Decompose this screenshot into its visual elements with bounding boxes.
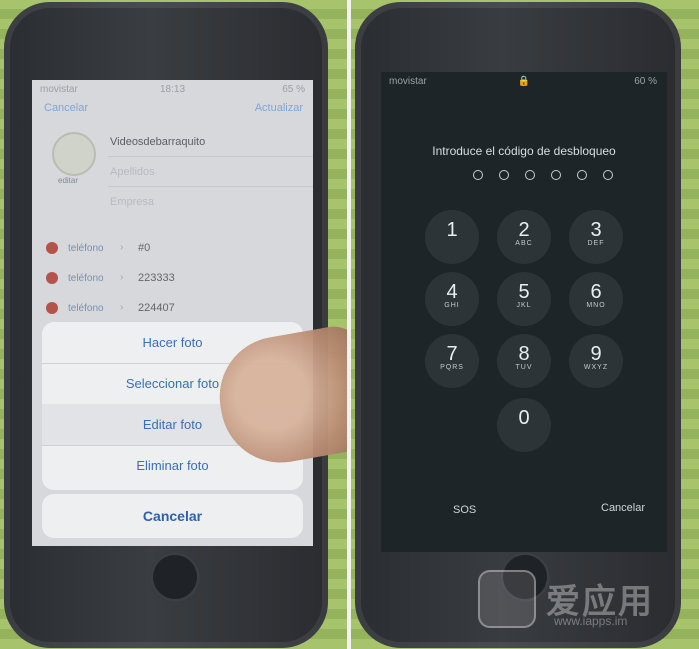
key-letters: GHI — [444, 302, 460, 309]
phone-row[interactable]: teléfono › 223333 — [44, 266, 304, 292]
key-letters: JKL — [516, 302, 532, 309]
phone-row[interactable]: teléfono › #0 — [44, 236, 304, 262]
nav-bar: Cancelar Actualizar — [32, 100, 313, 124]
phone-number[interactable]: 223333 — [138, 272, 175, 284]
divider — [108, 186, 313, 187]
chevron-right-icon: › — [120, 272, 124, 283]
lock-screen: movistar 🔒 60 % Introduce el código de d… — [381, 72, 667, 552]
phone-label[interactable]: teléfono — [68, 303, 104, 314]
phone-number[interactable]: 224407 — [138, 302, 175, 314]
passcode-dot — [603, 170, 613, 180]
keypad-key-7[interactable]: 7 PQRS — [425, 334, 479, 388]
left-phone-photo: movistar 18:13 65 % Cancelar Actualizar … — [0, 0, 347, 649]
key-digit: 5 — [518, 281, 530, 303]
contacts-edit-screen: movistar 18:13 65 % Cancelar Actualizar … — [32, 80, 313, 546]
keypad-key-2[interactable]: 2 ABC — [497, 210, 551, 264]
keypad-key-4[interactable]: 4 GHI — [425, 272, 479, 326]
delete-phone-icon[interactable] — [46, 302, 58, 314]
key-digit: 7 — [446, 343, 458, 365]
key-letters: DEF — [587, 240, 605, 247]
chevron-right-icon: › — [120, 302, 124, 313]
passcode-dot — [577, 170, 587, 180]
chevron-right-icon: › — [120, 242, 124, 253]
keypad-key-9[interactable]: 9 WXYZ — [569, 334, 623, 388]
key-letters: WXYZ — [583, 364, 609, 371]
key-letters: TUV — [515, 364, 533, 371]
delete-phone-icon[interactable] — [46, 242, 58, 254]
passcode-dot — [551, 170, 561, 180]
phone-label[interactable]: teléfono — [68, 243, 104, 254]
key-digit: 8 — [518, 343, 530, 365]
phone-number[interactable]: #0 — [138, 242, 150, 254]
cancel-button[interactable]: Cancelar — [601, 502, 645, 514]
key-digit: 0 — [518, 407, 530, 429]
keypad-key-0[interactable]: 0 — [497, 398, 551, 452]
watermark: 爱应用 www.iapps.im — [478, 570, 688, 632]
divider — [108, 156, 313, 157]
lock-icon: 🔒 — [517, 76, 531, 87]
key-digit: 6 — [590, 281, 602, 303]
keypad-key-1[interactable]: 1 — [425, 210, 479, 264]
passcode-dots — [473, 170, 613, 182]
watermark-logo-icon — [478, 570, 536, 628]
contact-avatar[interactable] — [52, 132, 96, 176]
carrier-text: movistar — [40, 84, 78, 95]
key-digit: 1 — [446, 219, 458, 241]
contact-name-field[interactable]: Videosdebarraquito — [110, 136, 205, 148]
home-button-icon[interactable] — [150, 552, 200, 602]
sos-button[interactable]: SOS — [453, 504, 476, 516]
passcode-dot — [473, 170, 483, 180]
key-digit: 9 — [590, 343, 602, 365]
surnames-field[interactable]: Apellidos — [110, 166, 155, 178]
passcode-dot — [499, 170, 509, 180]
key-digit: 3 — [590, 219, 602, 241]
company-field[interactable]: Empresa — [110, 196, 154, 208]
phone-row[interactable]: teléfono › 224407 — [44, 296, 304, 322]
key-digit: 2 — [518, 219, 530, 241]
key-letters: MNO — [586, 302, 606, 309]
carrier-text: movistar — [389, 76, 427, 87]
cancel-nav-button[interactable]: Cancelar — [44, 102, 88, 114]
keypad-key-5[interactable]: 5 JKL — [497, 272, 551, 326]
key-letters: PQRS — [440, 364, 464, 371]
keypad-key-8[interactable]: 8 TUV — [497, 334, 551, 388]
key-letters: ABC — [515, 240, 533, 247]
battery-text: 65 % — [282, 84, 305, 95]
keypad-key-6[interactable]: 6 MNO — [569, 272, 623, 326]
keypad-key-3[interactable]: 3 DEF — [569, 210, 623, 264]
key-digit: 4 — [446, 281, 458, 303]
photo-collage: movistar 18:13 65 % Cancelar Actualizar … — [0, 0, 699, 649]
right-phone-photo: movistar 🔒 60 % Introduce el código de d… — [351, 0, 699, 649]
update-nav-button[interactable]: Actualizar — [255, 102, 303, 114]
cancel-sheet-button[interactable]: Cancelar — [42, 494, 303, 538]
status-bar: movistar 🔒 60 % — [381, 72, 667, 90]
delete-phone-icon[interactable] — [46, 272, 58, 284]
time-text: 18:13 — [159, 84, 186, 95]
edit-avatar-label[interactable]: editar — [58, 176, 78, 185]
status-bar: movistar 18:13 65 % — [32, 80, 313, 98]
passcode-title: Introduce el código de desbloqueo — [432, 144, 616, 158]
passcode-dot — [525, 170, 535, 180]
battery-text: 60 % — [634, 76, 657, 87]
watermark-url: www.iapps.im — [554, 614, 628, 628]
phone-label[interactable]: teléfono — [68, 273, 104, 284]
